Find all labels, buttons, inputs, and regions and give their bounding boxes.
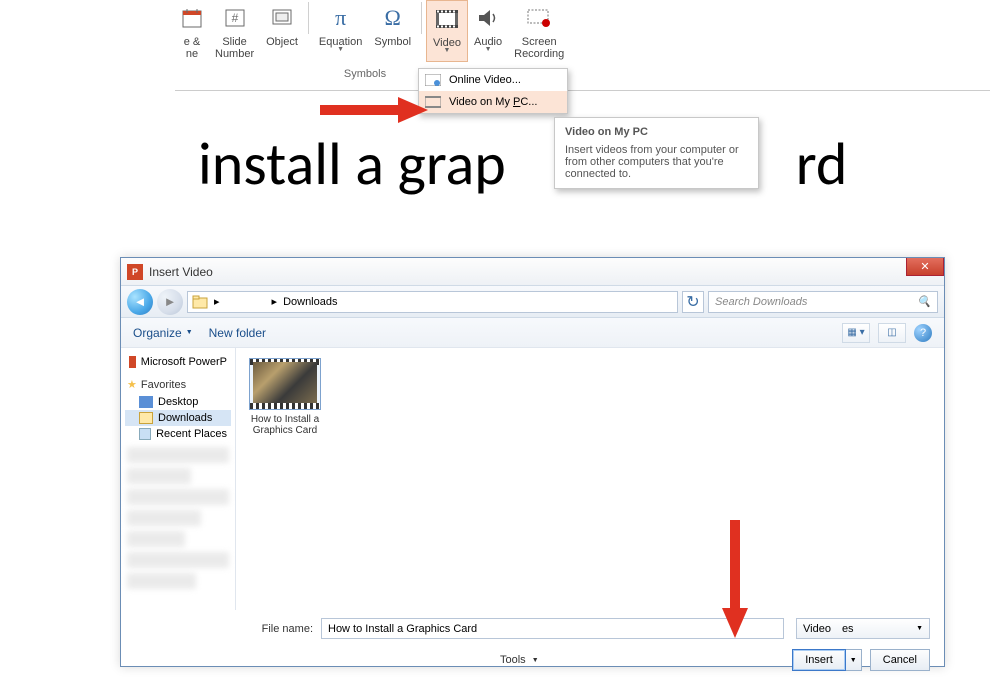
symbol-icon: Ω [385,2,401,34]
tools-button[interactable]: Tools▼ [500,654,539,666]
file-name-line: Graphics Card [246,425,324,436]
video-icon [434,3,460,35]
file-name-input[interactable]: How to Install a Graphics Card [321,618,784,639]
symbol-label: Symbol [374,36,411,48]
new-folder-button[interactable]: New folder [209,326,266,340]
equation-icon: π [335,2,346,34]
sidebar-group-favorites[interactable]: ★Favorites [127,378,231,391]
help-button[interactable]: ? [914,324,932,342]
sidebar-item-blurred [127,489,229,505]
cancel-button[interactable]: Cancel [870,649,930,671]
slide-number-icon: # [224,2,246,34]
screen-recording-label-2: Recording [514,48,564,60]
sidebar-item-recent[interactable]: Recent Places [125,426,231,442]
organize-button[interactable]: Organize▼ [133,326,193,340]
screen-recording-label-1: Screen [522,36,557,48]
menu-item-label: Video on My PC... [449,96,537,108]
audio-button[interactable]: Audio ▼ [468,0,508,62]
date-time-label-1: e & [184,36,201,48]
video-button[interactable]: Video ▼ [426,0,468,62]
search-placeholder: Search Downloads [715,296,807,308]
calendar-icon [181,2,203,34]
equation-button[interactable]: π Equation ▼ [313,0,368,62]
insert-split-button[interactable]: ▼ [846,649,862,671]
folder-icon [192,295,208,309]
file-list-pane[interactable]: How to Install a Graphics Card [236,348,944,610]
slide-number-label-2: Number [215,48,254,60]
chevron-down-icon: ▼ [485,46,492,53]
file-name-line: How to Install a [246,414,324,425]
file-name-label: File name: [255,623,313,635]
breadcrumb-item[interactable]: Downloads [283,296,337,308]
powerpoint-icon: P [127,264,143,280]
date-time-button[interactable]: e & ne [175,0,209,62]
slide-number-button[interactable]: # Slide Number [209,0,260,62]
dialog-titlebar[interactable]: P Insert Video ✕ [121,258,944,286]
sidebar-item-blurred [127,552,229,568]
file-thumbnail [249,358,321,410]
refresh-button[interactable]: ↻ [682,291,704,313]
screen-recording-button[interactable]: Screen Recording [508,0,570,62]
sidebar-item-blurred [127,510,201,526]
object-label: Object [266,36,298,48]
dialog-footer: File name: How to Install a Graphics Car… [121,610,944,683]
svg-text:#: # [231,11,238,25]
breadcrumb-sep: ▸ [272,295,278,308]
ribbon-separator [421,2,422,34]
search-icon: 🔍 [917,295,931,308]
date-time-label-2: ne [186,48,198,60]
online-video-icon [425,73,441,87]
dialog-sidebar: Microsoft PowerP ★Favorites Desktop Down… [121,348,236,610]
breadcrumb-sep: ▸ [214,295,220,308]
object-icon [271,2,293,34]
preview-pane-button[interactable]: ◫ [878,323,906,343]
navigation-bar: ◄ ► ▸ ▸ Downloads ↻ Search Downloads 🔍 [121,286,944,318]
symbol-button[interactable]: Ω Symbol [368,0,417,62]
annotation-arrow [720,520,750,640]
sidebar-item-blurred [127,573,196,589]
insert-video-dialog: P Insert Video ✕ ◄ ► ▸ ▸ Downloads ↻ Sea… [120,257,945,667]
ribbon-separator [308,2,309,34]
back-button[interactable]: ◄ [127,289,153,315]
menu-item-online-video[interactable]: Online Video... [419,69,567,91]
annotation-arrow [320,95,430,125]
menu-item-label: Online Video... [449,74,521,86]
sidebar-item-powerpoint[interactable]: Microsoft PowerP [125,354,231,370]
sidebar-item-downloads[interactable]: Downloads [125,410,231,426]
file-type-filter[interactable]: Video files ▼ [796,618,930,639]
screen-recording-icon [526,2,552,34]
object-button[interactable]: Object [260,0,304,62]
dialog-title: Insert Video [149,265,213,279]
dialog-toolbar: Organize▼ New folder ▦ ▾ ◫ ? [121,318,944,348]
file-item[interactable]: How to Install a Graphics Card [246,358,324,436]
breadcrumb-path[interactable]: ▸ ▸ Downloads [187,291,678,313]
close-button[interactable]: ✕ [906,258,944,276]
search-input[interactable]: Search Downloads 🔍 [708,291,938,313]
forward-button[interactable]: ► [157,289,183,315]
slide-number-label-1: Slide [222,36,246,48]
presentation-divider [175,90,990,98]
sidebar-item-blurred [127,531,185,547]
slide-title-text: install a graprd [198,128,847,201]
group-label-symbols: Symbols [313,68,417,80]
sidebar-item-desktop[interactable]: Desktop [125,394,231,410]
video-dropdown-menu: Online Video... Video on My PC... [418,68,568,114]
chevron-down-icon: ▼ [337,46,344,53]
chevron-down-icon: ▼ [444,47,451,54]
sidebar-item-blurred [127,447,229,463]
audio-icon [476,2,500,34]
insert-button[interactable]: Insert [792,649,846,671]
sidebar-item-blurred [127,468,191,484]
view-mode-button[interactable]: ▦ ▾ [842,323,870,343]
menu-item-video-on-pc[interactable]: Video on My PC... [419,91,567,113]
